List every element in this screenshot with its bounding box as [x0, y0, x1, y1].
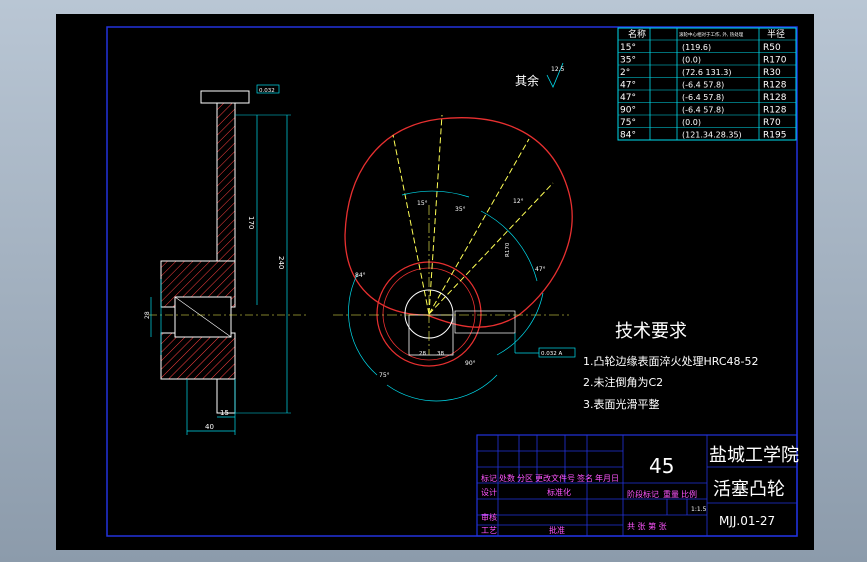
stage-weight-ratio: 阶段标记 重量 比例	[627, 489, 697, 499]
table-cell: 47°	[620, 93, 636, 103]
hub-rect	[408, 314, 454, 356]
cam-drawing: 40 15 170 240 28 0.032 15° 35° 12° 47° 8…	[106, 26, 799, 537]
material: 45	[649, 454, 674, 478]
table-cell: R128	[763, 106, 787, 116]
table-cell: 15°	[620, 43, 636, 53]
tech-title: 技术要求	[615, 321, 687, 342]
roughness-label: 其余	[515, 73, 539, 88]
radial-line-3	[428, 138, 530, 315]
part-name: 活塞凸轮	[713, 479, 785, 500]
angle-35: 35°	[455, 206, 466, 213]
dim-width-40: 40	[205, 423, 214, 431]
cam-profile	[344, 117, 573, 328]
sheet-label: 共 张 第 张	[627, 521, 667, 531]
table-cell: (-6.4 57.8)	[682, 93, 724, 102]
gdt-top-value: 0.032	[259, 88, 275, 94]
dim-28: 28	[144, 311, 151, 319]
angle-75: 75°	[379, 372, 390, 379]
lower-step	[216, 378, 236, 414]
school-name: 盐城工学院	[709, 445, 799, 466]
dim-170: 170	[247, 216, 255, 229]
angle-90: 90°	[465, 360, 476, 367]
dim-240: 240	[277, 256, 285, 269]
table-cell: (0.0)	[682, 56, 701, 65]
table-cell: R170	[763, 56, 787, 66]
angle-12: 12°	[513, 198, 524, 205]
cam-front-view: 15° 35° 12° 47° 84° 90° 75° R170 28 38 0…	[333, 114, 576, 402]
table-cell: R30	[763, 68, 781, 78]
dim-38: 38	[437, 351, 444, 357]
radial-line-2	[428, 114, 443, 315]
angle-47: 47°	[535, 266, 546, 273]
tech-item-3: 3.表面光滑平整	[583, 397, 660, 411]
table-cell: (119.6)	[682, 43, 711, 52]
table-cell: 35°	[620, 56, 636, 66]
radial-line-1	[392, 134, 430, 315]
table-cell: (72.6 131.3)	[682, 68, 732, 77]
table-cell: (-6.4 57.8)	[682, 81, 724, 90]
standard-label: 标准化	[547, 487, 571, 497]
process-label: 工艺	[481, 526, 497, 535]
approve-label: 批准	[549, 525, 565, 535]
table-cell: 90°	[620, 106, 636, 116]
hub-lower	[160, 332, 236, 380]
radial-line-4	[428, 182, 554, 315]
table-header-center: 滚轮中心相对于工作, 外, 热处理	[679, 31, 744, 38]
angle-84: 84°	[355, 272, 366, 279]
table-cell: R50	[763, 43, 781, 53]
table-header-radius: 半径	[767, 28, 785, 40]
table-cell: R70	[763, 118, 781, 128]
tech-item-2: 2.未注倒角为C2	[583, 375, 663, 389]
cad-viewport[interactable]: 40 15 170 240 28 0.032 15° 35° 12° 47° 8…	[56, 14, 814, 550]
arm-section	[216, 102, 236, 262]
roughness-note: 其余 12.5	[515, 62, 565, 88]
table-cell: (-6.4 57.8)	[682, 106, 724, 115]
parameter-table: 名称 滚轮中心相对于工作, 外, 热处理 半径 15° (119.6) R50 35°…	[617, 27, 797, 141]
dim-15: 15	[220, 409, 229, 417]
radius-170: R170	[505, 242, 511, 257]
table-cell: 75°	[620, 118, 636, 128]
table-cell: R195	[763, 131, 786, 141]
top-boss	[200, 90, 250, 104]
scale-value: 1:1.5	[691, 506, 707, 513]
table-cell: (0.0)	[682, 118, 701, 127]
title-block: 标记 处数 分区 更改文件号 签名 年月日 设计 标准化 审核 工艺 批准 阶段标记 重量比…	[476, 434, 799, 537]
table-cell: R128	[763, 81, 787, 91]
review-label: 审核	[481, 512, 497, 522]
table-cell: 2°	[620, 68, 630, 78]
table-cell: 84°	[620, 131, 636, 141]
table-cell: (121.34.28.35)	[682, 131, 742, 140]
angle-15: 15°	[417, 200, 428, 207]
table-cell: 47°	[620, 81, 636, 91]
side-section-view: 40 15 170 240 28 0.032	[144, 84, 307, 435]
row-labels: 标记 处数 分区 更改文件号 签名 年月日	[481, 473, 619, 483]
gdt-flat-value: 0.032 A	[541, 351, 562, 357]
table-cell: R128	[763, 93, 787, 103]
drawing-number: MJJ.01-27	[719, 514, 775, 528]
roughness-value: 12.5	[551, 66, 565, 73]
table-header-name: 名称	[628, 28, 646, 40]
technical-requirements: 技术要求 1.凸轮边缘表面淬火处理HRC48-52 2.未注倒角为C2 3.表面…	[583, 321, 759, 411]
tech-item-1: 1.凸轮边缘表面淬火处理HRC48-52	[583, 354, 759, 368]
design-label: 设计	[481, 487, 497, 497]
dim-28b: 28	[419, 351, 426, 357]
